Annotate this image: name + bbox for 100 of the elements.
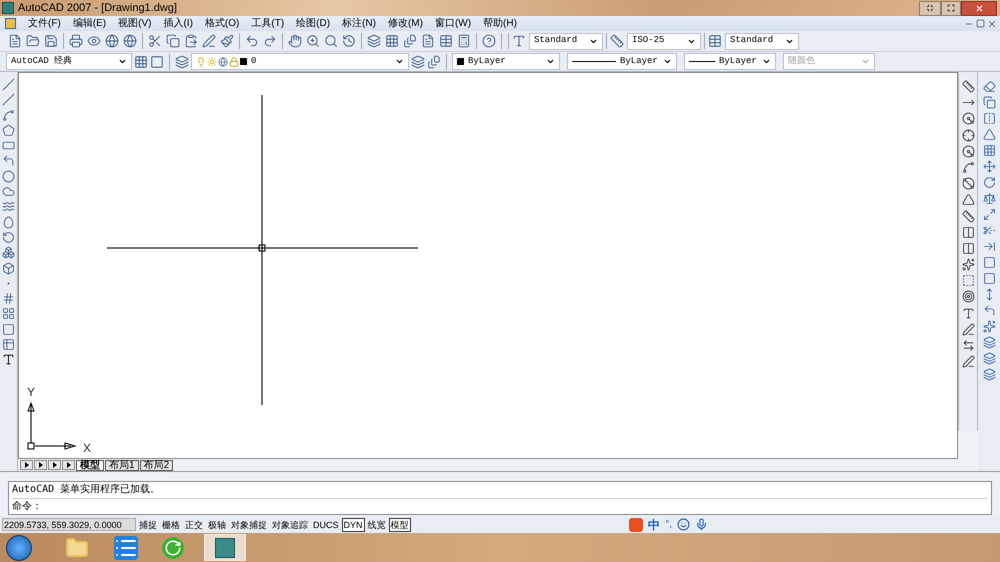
preview-icon[interactable] (87, 34, 101, 48)
menu-item[interactable]: 修改(M) (382, 16, 429, 31)
layer-state-icon[interactable] (411, 54, 425, 68)
redo-icon[interactable] (263, 34, 277, 48)
eraser-icon[interactable] (982, 80, 996, 93)
open-folder-icon[interactable] (26, 34, 40, 48)
globe-icon[interactable] (105, 34, 119, 48)
status-toggle[interactable]: 线宽 (366, 518, 388, 532)
minimize-button[interactable] (919, 0, 941, 16)
table-style-icon[interactable] (708, 34, 722, 48)
layout-tab[interactable]: 布局1 (105, 460, 139, 470)
status-toggle[interactable]: DUCS (311, 518, 341, 532)
layout-tab[interactable]: 模型 (76, 460, 104, 470)
copy-icon[interactable] (982, 96, 996, 109)
menu-item[interactable]: 格式(O) (198, 16, 246, 31)
layer-dropdown[interactable]: 0 (191, 53, 409, 70)
text-style-icon[interactable] (512, 34, 526, 48)
hand-icon[interactable] (288, 34, 302, 48)
refresh-browser-icon[interactable] (162, 536, 184, 558)
first-tab-button[interactable] (20, 460, 33, 470)
list-app-icon[interactable] (114, 536, 138, 560)
trim-icon[interactable] (982, 224, 996, 237)
command-prompt[interactable]: 命令： (12, 498, 988, 515)
grid-icon[interactable] (385, 34, 399, 48)
lineweight-dropdown[interactable]: ByLayer (684, 53, 776, 70)
center-mark-icon[interactable] (962, 290, 974, 304)
ime-punctuation[interactable]: °, (665, 517, 672, 532)
printer-icon[interactable] (69, 34, 83, 48)
menu-item[interactable]: 窗口(W) (428, 16, 478, 31)
copy-icon[interactable] (166, 34, 180, 48)
extend-icon[interactable] (982, 240, 996, 253)
scissors-icon[interactable] (148, 34, 162, 48)
next-tab-button[interactable] (48, 460, 61, 470)
microphone-icon[interactable] (695, 518, 708, 531)
menu-item[interactable]: 插入(I) (157, 16, 199, 31)
linear-dimension-icon[interactable] (962, 80, 974, 93)
menu-item[interactable]: 绘图(D) (290, 16, 336, 31)
status-toggle[interactable]: 对象捕捉 (229, 518, 269, 532)
status-toggle[interactable]: DYN (342, 518, 365, 532)
drawing-canvas[interactable]: Y X (18, 72, 958, 459)
menu-item[interactable]: 帮助(H) (477, 16, 523, 31)
insert-block-icon[interactable] (2, 246, 15, 260)
maximize-button[interactable] (941, 0, 961, 16)
pentagon-icon[interactable] (2, 124, 15, 137)
menu-item[interactable]: 编辑(E) (66, 16, 112, 31)
array-icon[interactable] (982, 144, 996, 157)
magnifier-icon[interactable] (324, 34, 338, 48)
autocad-taskbar-button[interactable] (204, 534, 246, 561)
rotate-icon[interactable] (982, 176, 996, 189)
help-icon[interactable] (482, 34, 496, 48)
block-icon[interactable] (2, 262, 15, 275)
radius-icon[interactable] (962, 144, 974, 158)
linetype-dropdown[interactable]: ByLayer (567, 53, 677, 70)
line-icon[interactable] (2, 78, 15, 91)
text-style-dropdown[interactable]: Standard (529, 32, 603, 50)
table-icon[interactable] (2, 338, 15, 352)
last-tab-button[interactable] (62, 460, 75, 470)
move-icon[interactable] (982, 160, 996, 173)
status-toggle[interactable]: 对象追踪 (270, 518, 310, 532)
workspace-dropdown[interactable]: AutoCAD 经典 (6, 53, 132, 70)
calculator-icon[interactable] (457, 34, 471, 48)
layout-tab[interactable]: 布局2 (140, 460, 174, 470)
menu-item[interactable]: 视图(V) (112, 16, 158, 31)
text-icon[interactable] (2, 353, 15, 366)
table-icon[interactable] (439, 34, 453, 48)
scale-icon[interactable] (982, 192, 996, 205)
spline-icon[interactable] (2, 200, 15, 214)
status-toggle[interactable]: 栅格 (160, 518, 182, 532)
save-icon[interactable] (44, 34, 58, 48)
dimension-text-icon[interactable] (962, 306, 974, 320)
menu-item[interactable]: 文件(F) (22, 16, 67, 31)
construction-line-icon[interactable] (2, 93, 15, 106)
pen-icon[interactable] (202, 34, 216, 48)
smiley-icon[interactable] (677, 518, 690, 531)
ime-mode[interactable]: 中 (648, 516, 660, 534)
start-button[interactable] (6, 534, 32, 560)
close-button[interactable] (961, 0, 997, 16)
hatch-icon[interactable] (2, 292, 15, 306)
restore-icon[interactable] (976, 18, 985, 28)
undo-icon[interactable] (245, 34, 259, 48)
status-toggle[interactable]: 捕捉 (137, 518, 159, 532)
paste-icon[interactable] (184, 34, 198, 48)
status-toggle[interactable]: 模型 (388, 518, 411, 532)
document-icon[interactable] (421, 34, 435, 48)
color-dropdown[interactable]: ByLayer (452, 53, 560, 70)
zoom-icon[interactable] (306, 34, 320, 48)
previous-tab-button[interactable] (34, 460, 47, 470)
layers-icon[interactable] (175, 54, 189, 68)
status-toggle[interactable]: 正交 (183, 518, 205, 532)
layers-icon[interactable] (367, 34, 381, 48)
mirror-icon[interactable] (982, 112, 996, 125)
menu-item[interactable]: 标注(N) (336, 16, 382, 31)
status-toggle[interactable]: 极轴 (206, 518, 228, 532)
dimension-style-dropdown[interactable]: ISO-25 (627, 32, 701, 50)
polyline-icon[interactable] (2, 108, 15, 122)
menu-item[interactable]: 工具(T) (245, 16, 290, 31)
diameter-icon[interactable] (962, 177, 974, 190)
globe-icon[interactable] (123, 34, 137, 48)
close-icon[interactable] (987, 18, 997, 28)
circle-icon[interactable] (2, 170, 15, 183)
